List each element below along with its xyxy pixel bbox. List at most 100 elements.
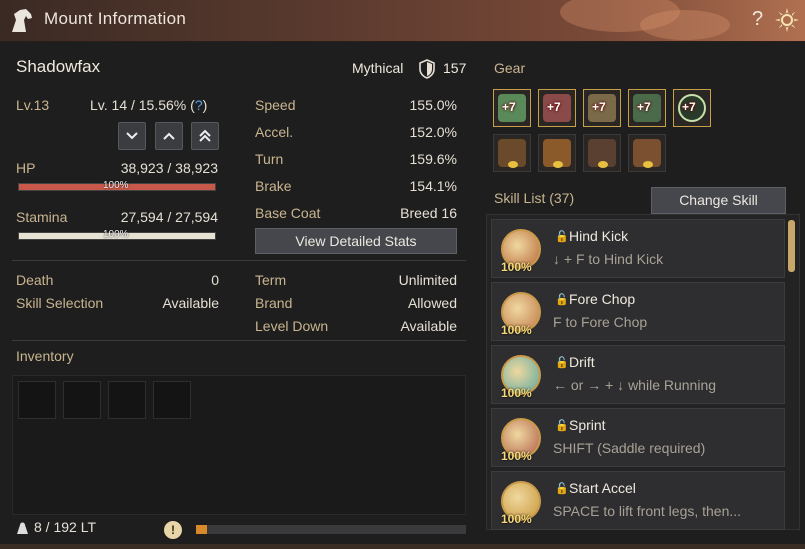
costume-slot-3[interactable] bbox=[583, 134, 621, 172]
skill-percent: 100% bbox=[501, 260, 532, 274]
shield-icon bbox=[419, 59, 435, 79]
stamina-bar: 100% bbox=[18, 229, 216, 240]
horse-icon bbox=[12, 9, 32, 32]
inventory-slot[interactable] bbox=[108, 381, 146, 419]
title-bar: Mount Information ? bbox=[0, 0, 805, 42]
gear-title: Gear bbox=[494, 60, 526, 76]
level-down-value: Available bbox=[400, 318, 457, 334]
hp-bar: 100% bbox=[18, 180, 216, 191]
level-down-button[interactable] bbox=[118, 122, 146, 150]
coin-icon bbox=[553, 161, 563, 168]
skill-item[interactable]: 100% 🔓 Sprint SHIFT (Saddle required) bbox=[491, 408, 785, 467]
enhancement-level: +7 bbox=[502, 100, 516, 114]
inventory-slot[interactable] bbox=[18, 381, 56, 419]
coin-icon bbox=[598, 161, 608, 168]
skill-item[interactable]: 100% 🔓 Start Accel SPACE to lift front l… bbox=[491, 471, 785, 530]
stat-value-accel: 152.0% bbox=[409, 124, 457, 140]
stat-value-brake: 154.1% bbox=[409, 178, 457, 194]
level-max-button[interactable] bbox=[191, 122, 219, 150]
skill-name: Sprint bbox=[569, 417, 606, 433]
skill-list: 100% 🔓 Hind Kick ↓ + F to Hind Kick 100%… bbox=[486, 214, 800, 530]
stat-value-base-coat: Breed 16 bbox=[400, 205, 457, 221]
gear-slot-3[interactable]: +7 bbox=[583, 89, 621, 127]
weight-bar bbox=[196, 525, 466, 534]
next-level-text: Lv. 14 / 15.56% (?) bbox=[90, 97, 207, 113]
enhancement-level: +7 bbox=[682, 100, 696, 114]
stat-label-accel: Accel. bbox=[255, 124, 294, 140]
skill-name: Fore Chop bbox=[569, 291, 636, 307]
stat-value-turn: 159.6% bbox=[409, 151, 457, 167]
skill-selection-label: Skill Selection bbox=[16, 295, 104, 311]
gear-slot-5[interactable]: +7 bbox=[673, 89, 711, 127]
skill-description: ← or → + ↓ while Running bbox=[553, 377, 717, 393]
lock-icon: 🔓 bbox=[555, 231, 569, 243]
skill-list-scrollbar[interactable] bbox=[788, 220, 795, 272]
coin-icon bbox=[508, 161, 518, 168]
next-level-close: ) bbox=[202, 97, 208, 113]
stamina-value: 27,594 / 27,594 bbox=[120, 209, 218, 225]
skill-item[interactable]: 100% 🔓 Drift ← or → + ↓ while Running bbox=[491, 345, 785, 404]
enhancement-level: +7 bbox=[637, 100, 651, 114]
weight-bar-fill bbox=[196, 525, 207, 534]
stat-value-speed: 155.0% bbox=[409, 97, 457, 113]
lock-icon: 🔓 bbox=[555, 294, 569, 306]
settings-icon[interactable] bbox=[774, 7, 800, 33]
stat-label-speed: Speed bbox=[255, 97, 296, 113]
gear-slot-4[interactable]: +7 bbox=[628, 89, 666, 127]
coin-icon bbox=[643, 161, 653, 168]
skill-percent: 100% bbox=[501, 449, 532, 463]
stat-label-base-coat: Base Coat bbox=[255, 205, 321, 221]
level-help-link[interactable]: ? bbox=[195, 97, 203, 113]
enhancement-level: +7 bbox=[592, 100, 606, 114]
skill-item[interactable]: 100% 🔓 Fore Chop F to Fore Chop bbox=[491, 282, 785, 341]
costume-slot-1[interactable] bbox=[493, 134, 531, 172]
lock-icon: 🔓 bbox=[555, 357, 569, 369]
inventory-slot[interactable] bbox=[63, 381, 101, 419]
divider bbox=[12, 340, 466, 341]
death-value: 0 bbox=[211, 272, 219, 288]
chevron-down-icon bbox=[126, 132, 138, 140]
inventory-title: Inventory bbox=[16, 348, 74, 364]
level-down-label: Level Down bbox=[255, 318, 329, 334]
rarity-value: 157 bbox=[443, 60, 467, 76]
skill-percent: 100% bbox=[501, 323, 532, 337]
enhancement-level: +7 bbox=[547, 100, 561, 114]
skill-name: Start Accel bbox=[569, 480, 636, 496]
hp-percent: 100% bbox=[103, 180, 129, 191]
change-skill-button[interactable]: Change Skill bbox=[651, 187, 786, 214]
next-level-progress: Lv. 14 / 15.56% ( bbox=[90, 97, 195, 113]
skill-percent: 100% bbox=[501, 386, 532, 400]
costume-slot-2[interactable] bbox=[538, 134, 576, 172]
double-chevron-up-icon bbox=[199, 129, 211, 142]
costume-slot-4[interactable] bbox=[628, 134, 666, 172]
inventory-slot[interactable] bbox=[153, 381, 191, 419]
help-button[interactable]: ? bbox=[752, 8, 763, 31]
weight-icon bbox=[17, 522, 28, 534]
brand-value: Allowed bbox=[407, 295, 457, 311]
mount-stats-panel: Shadowfax Mythical 157 Lv.13 Lv. 14 / 15… bbox=[6, 48, 476, 544]
hp-value: 38,923 / 38,923 bbox=[120, 160, 218, 176]
view-detailed-stats-button[interactable]: View Detailed Stats bbox=[255, 228, 457, 254]
mount-name: Shadowfax bbox=[16, 57, 101, 76]
stamina-percent: 100% bbox=[103, 229, 129, 240]
skill-name: Drift bbox=[569, 354, 595, 370]
skill-description: SPACE to lift front legs, then... bbox=[553, 503, 742, 519]
term-label: Term bbox=[255, 272, 287, 288]
hp-label: HP bbox=[16, 160, 36, 176]
level-label: Lv.13 bbox=[16, 97, 50, 113]
skill-description: F to Fore Chop bbox=[553, 314, 648, 330]
death-label: Death bbox=[16, 272, 54, 288]
divider bbox=[12, 260, 466, 261]
level-up-button[interactable] bbox=[155, 122, 183, 150]
warning-icon[interactable]: ! bbox=[164, 521, 182, 539]
skill-item[interactable]: 100% 🔓 Hind Kick ↓ + F to Hind Kick bbox=[491, 219, 785, 278]
gear-slot-2[interactable]: +7 bbox=[538, 89, 576, 127]
skill-selection-value: Available bbox=[162, 295, 219, 311]
stamina-label: Stamina bbox=[16, 209, 68, 225]
skill-description: ↓ + F to Hind Kick bbox=[553, 251, 664, 267]
bottom-strip bbox=[0, 544, 805, 549]
stat-label-turn: Turn bbox=[255, 151, 284, 167]
chevron-up-icon bbox=[163, 132, 175, 140]
stat-label-brake: Brake bbox=[255, 178, 292, 194]
gear-slot-1[interactable]: +7 bbox=[493, 89, 531, 127]
